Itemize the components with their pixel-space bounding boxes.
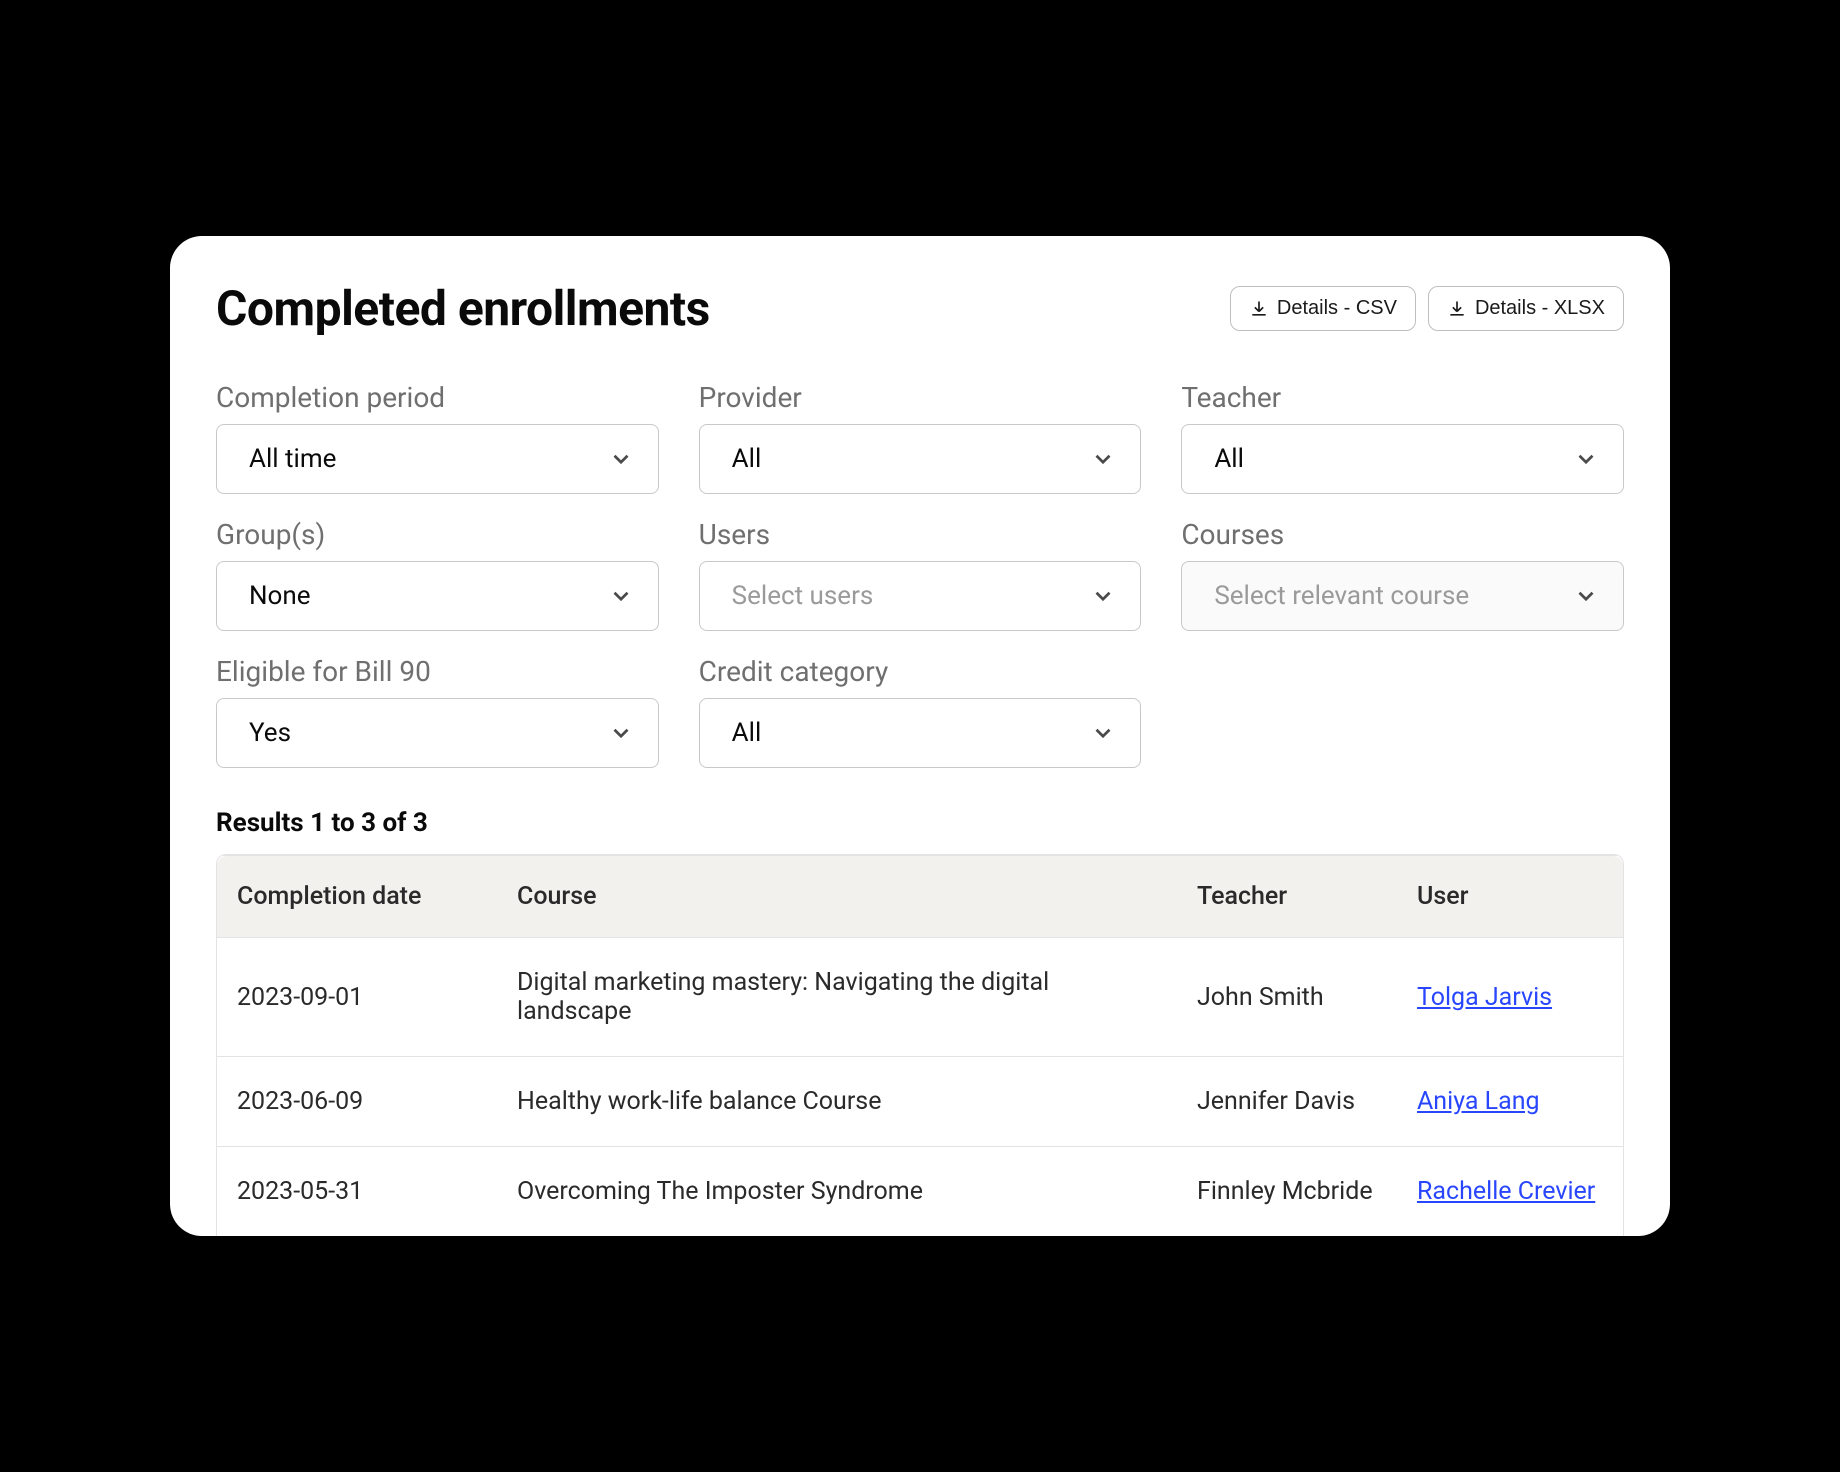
download-icon	[1249, 299, 1269, 319]
chevron-down-icon	[1573, 446, 1599, 472]
user-link[interactable]: Rachelle Crevier	[1417, 1177, 1595, 1206]
results-table: Completion date Course Teacher User 2023…	[217, 855, 1623, 1236]
select-placeholder: Select users	[732, 581, 874, 611]
filter-groups: Group(s) None	[216, 518, 659, 631]
cell-teacher: John Smith	[1177, 938, 1397, 1057]
col-header-course[interactable]: Course	[497, 856, 1177, 938]
chevron-down-icon	[1573, 583, 1599, 609]
col-header-teacher[interactable]: Teacher	[1177, 856, 1397, 938]
export-buttons: Details - CSV Details - XLSX	[1230, 286, 1624, 331]
filter-users: Users Select users	[699, 518, 1142, 631]
report-card: Completed enrollments Details - CSV Deta…	[170, 236, 1670, 1236]
filter-label: Teacher	[1181, 381, 1624, 414]
filter-teacher: Teacher All	[1181, 381, 1624, 494]
results-table-wrap: Completion date Course Teacher User 2023…	[216, 854, 1624, 1236]
filter-label: Completion period	[216, 381, 659, 414]
select-value: All	[1214, 444, 1244, 474]
select-value: All	[732, 444, 762, 474]
chevron-down-icon	[1090, 446, 1116, 472]
bill90-select[interactable]: Yes	[216, 698, 659, 768]
select-value: None	[249, 581, 311, 611]
filter-courses: Courses Select relevant course	[1181, 518, 1624, 631]
chevron-down-icon	[1090, 720, 1116, 746]
cell-course: Digital marketing mastery: Navigating th…	[497, 938, 1177, 1057]
download-icon	[1447, 299, 1467, 319]
export-csv-button[interactable]: Details - CSV	[1230, 286, 1416, 331]
filter-label: Provider	[699, 381, 1142, 414]
filter-label: Courses	[1181, 518, 1624, 551]
chevron-down-icon	[608, 446, 634, 472]
col-header-user[interactable]: User	[1397, 856, 1623, 938]
cell-date: 2023-05-31	[217, 1147, 497, 1237]
chevron-down-icon	[608, 583, 634, 609]
select-value: All time	[249, 444, 336, 474]
provider-select[interactable]: All	[699, 424, 1142, 494]
filter-provider: Provider All	[699, 381, 1142, 494]
cell-course: Healthy work-life balance Course	[497, 1057, 1177, 1147]
user-link[interactable]: Tolga Jarvis	[1417, 983, 1552, 1012]
chevron-down-icon	[1090, 583, 1116, 609]
filter-bill90: Eligible for Bill 90 Yes	[216, 655, 659, 768]
users-select[interactable]: Select users	[699, 561, 1142, 631]
table-row: 2023-09-01 Digital marketing mastery: Na…	[217, 938, 1623, 1057]
cell-date: 2023-06-09	[217, 1057, 497, 1147]
filter-label: Eligible for Bill 90	[216, 655, 659, 688]
cell-course: Overcoming The Imposter Syndrome	[497, 1147, 1177, 1237]
table-row: 2023-05-31 Overcoming The Imposter Syndr…	[217, 1147, 1623, 1237]
export-csv-label: Details - CSV	[1277, 297, 1397, 320]
select-value: Yes	[249, 718, 291, 748]
filter-credit-category: Credit category All	[699, 655, 1142, 768]
select-placeholder: Select relevant course	[1214, 581, 1469, 611]
filter-grid: Completion period All time Provider All …	[216, 381, 1624, 768]
filter-completion-period: Completion period All time	[216, 381, 659, 494]
filter-label: Group(s)	[216, 518, 659, 551]
filter-label: Credit category	[699, 655, 1142, 688]
export-xlsx-button[interactable]: Details - XLSX	[1428, 286, 1624, 331]
teacher-select[interactable]: All	[1181, 424, 1624, 494]
table-row: 2023-06-09 Healthy work-life balance Cou…	[217, 1057, 1623, 1147]
export-xlsx-label: Details - XLSX	[1475, 297, 1605, 320]
cell-date: 2023-09-01	[217, 938, 497, 1057]
filter-label: Users	[699, 518, 1142, 551]
user-link[interactable]: Aniya Lang	[1417, 1087, 1540, 1116]
cell-teacher: Finnley Mcbride	[1177, 1147, 1397, 1237]
groups-select[interactable]: None	[216, 561, 659, 631]
credit-category-select[interactable]: All	[699, 698, 1142, 768]
select-value: All	[732, 718, 762, 748]
courses-select[interactable]: Select relevant course	[1181, 561, 1624, 631]
chevron-down-icon	[608, 720, 634, 746]
col-header-date[interactable]: Completion date	[217, 856, 497, 938]
cell-teacher: Jennifer Davis	[1177, 1057, 1397, 1147]
page-title: Completed enrollments	[216, 280, 710, 337]
results-count: Results 1 to 3 of 3	[216, 808, 1624, 838]
completion-period-select[interactable]: All time	[216, 424, 659, 494]
header-row: Completed enrollments Details - CSV Deta…	[216, 280, 1624, 337]
